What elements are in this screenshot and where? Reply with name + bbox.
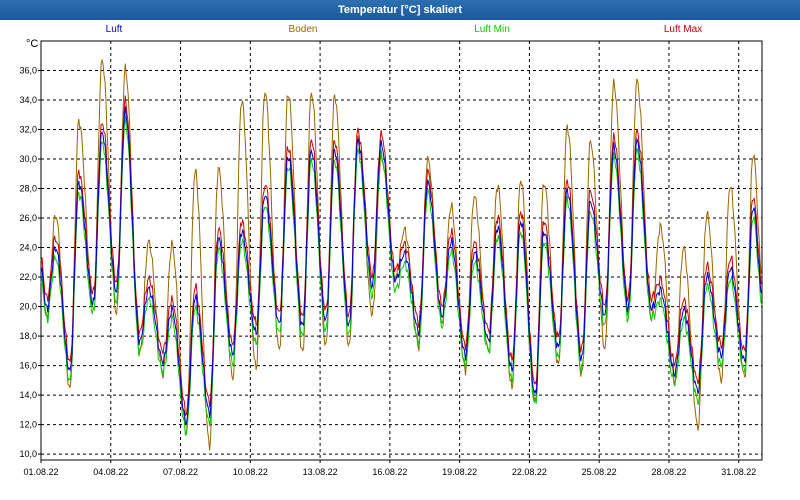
x-tick-label: 04.08.22 — [93, 467, 128, 477]
x-tick-label: 22.08.22 — [512, 467, 547, 477]
x-tick-label: 19.08.22 — [442, 467, 477, 477]
y-tick-label: 20,0 — [19, 302, 37, 312]
y-tick-label: 28,0 — [19, 184, 37, 194]
y-tick-label: 22,0 — [19, 272, 37, 282]
x-tick-label: 01.08.22 — [23, 467, 58, 477]
x-tick-label: 16.08.22 — [372, 467, 407, 477]
line-chart: 10,0 12,0 14,0 16,0 18,0 20,0 22,0 24,0 26,0 28,0… — [19, 40, 763, 477]
y-tick-label: 36,0 — [19, 66, 37, 76]
y-tick-label: 26,0 — [19, 213, 37, 223]
y-tick-label: 24,0 — [19, 243, 37, 253]
x-tick-label: 25.08.22 — [582, 467, 617, 477]
x-tick-label: 28.08.22 — [651, 467, 686, 477]
y-tick-label: 10,0 — [19, 449, 37, 459]
chart-window: Temperatur [°C] skaliert Luft Boden Luft… — [0, 0, 800, 500]
x-tick-label: 10.08.22 — [233, 467, 268, 477]
y-tick-label: 30,0 — [19, 154, 37, 164]
y-tick-label: 14,0 — [19, 390, 37, 400]
x-tick-label: 31.08.22 — [721, 467, 756, 477]
y-tick-label: 12,0 — [19, 420, 37, 430]
y-tick-label: 34,0 — [19, 95, 37, 105]
y-tick-label: 18,0 — [19, 331, 37, 341]
x-tick-label: 13.08.22 — [303, 467, 338, 477]
plot-area — [40, 40, 763, 461]
y-tick-label: 16,0 — [19, 361, 37, 371]
y-tick-label: 32,0 — [19, 125, 37, 135]
x-tick-label: 07.08.22 — [163, 467, 198, 477]
